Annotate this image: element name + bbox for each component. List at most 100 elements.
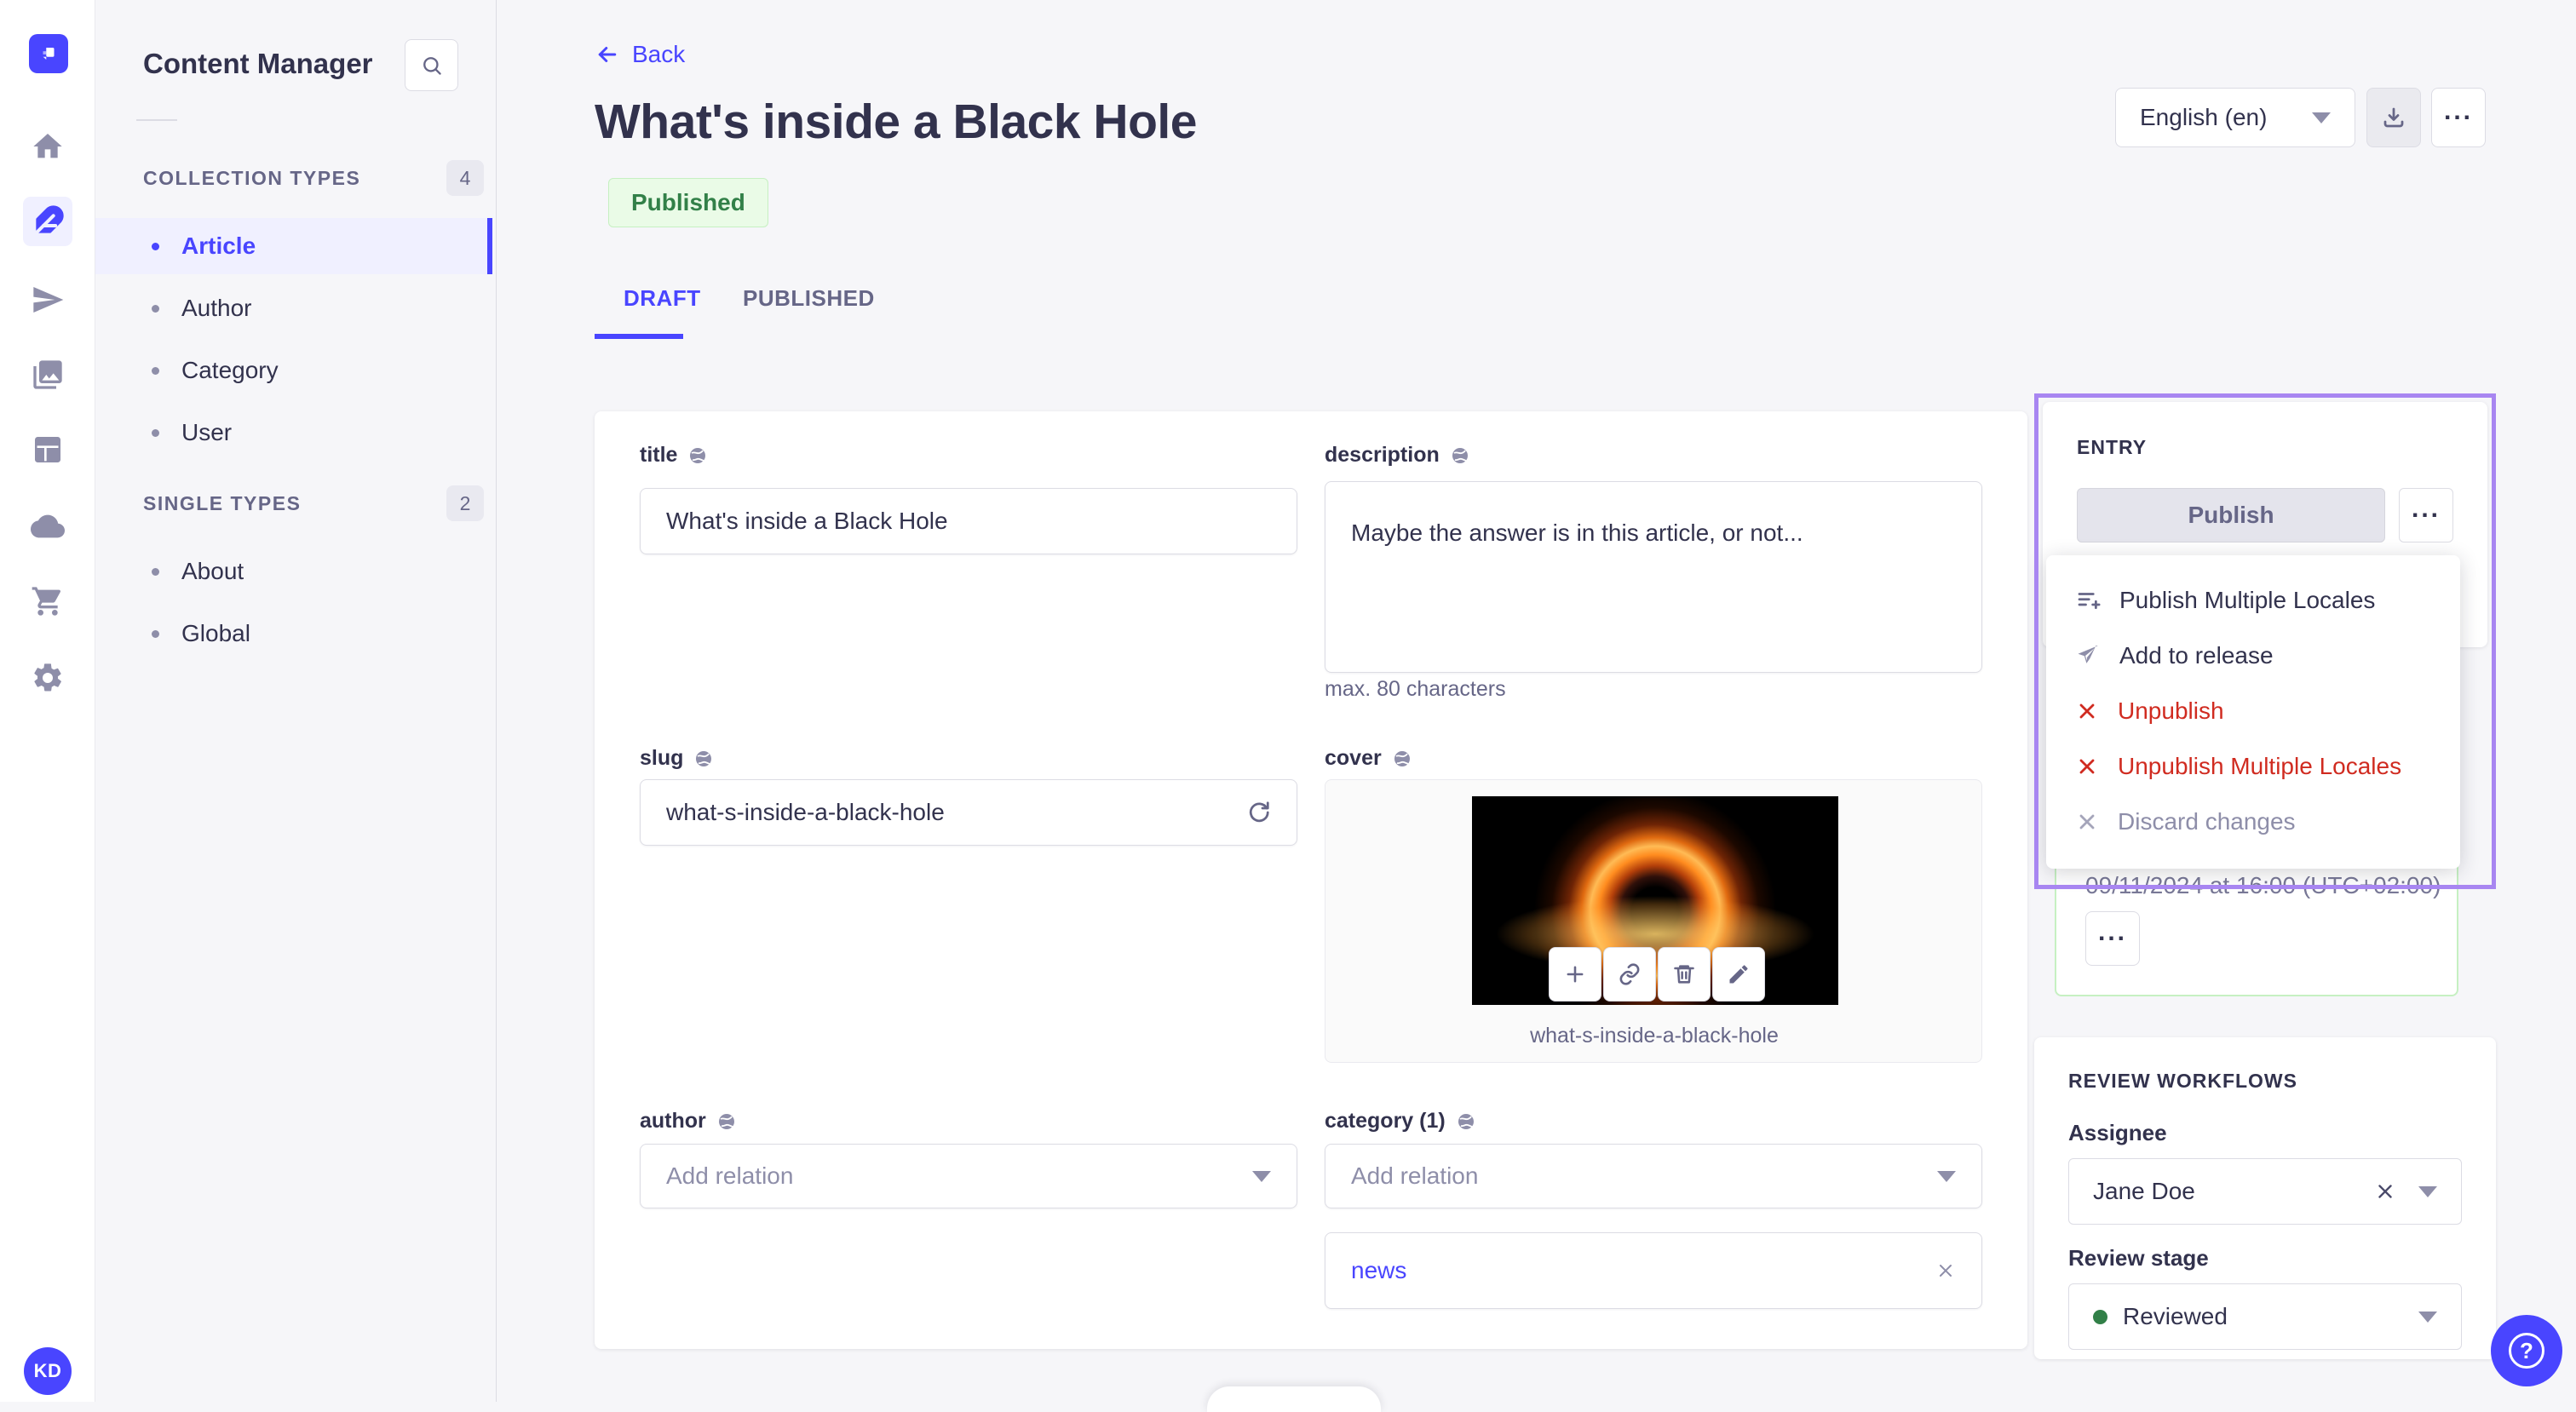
slug-input-value: what-s-inside-a-black-hole bbox=[666, 799, 945, 825]
tab-published[interactable]: PUBLISHED bbox=[743, 285, 875, 312]
section-count-badge: 2 bbox=[446, 485, 484, 521]
assignee-value: Jane Doe bbox=[2093, 1178, 2195, 1204]
menu-item-label: Unpublish bbox=[2118, 697, 2224, 724]
category-relation-select[interactable]: Add relation bbox=[1325, 1144, 1982, 1208]
title-input[interactable]: What's inside a Black Hole bbox=[640, 488, 1297, 554]
assignee-select[interactable]: Jane Doe bbox=[2068, 1158, 2462, 1225]
pencil-icon bbox=[1729, 965, 1748, 984]
trash-icon bbox=[1674, 965, 1694, 984]
review-stage-value: Reviewed bbox=[2123, 1303, 2228, 1329]
back-link[interactable]: Back bbox=[595, 41, 685, 68]
app-sidebar: KD bbox=[0, 0, 95, 1402]
cart-icon bbox=[32, 587, 61, 616]
refresh-icon[interactable] bbox=[1245, 800, 1271, 825]
menu-item-label: Publish Multiple Locales bbox=[2119, 586, 2376, 613]
locale-value: English (en) bbox=[2140, 104, 2268, 130]
edit-form-card: title What's inside a Black Hole descrip… bbox=[595, 411, 2027, 1349]
slug-input[interactable]: what-s-inside-a-black-hole bbox=[640, 779, 1297, 846]
sidebar-item-label: Author bbox=[181, 295, 252, 321]
bullet-icon bbox=[152, 567, 159, 576]
content-manager-subnav: Content Manager COLLECTION TYPES 4 Artic… bbox=[95, 0, 497, 1402]
sidebar-item-global[interactable]: Global bbox=[95, 606, 492, 662]
section-label: COLLECTION TYPES bbox=[143, 166, 361, 189]
category-field-label: category (1) bbox=[1325, 1109, 1476, 1134]
nav-content-type-builder[interactable] bbox=[23, 425, 72, 474]
sidebar-item-author[interactable]: Author bbox=[95, 280, 492, 336]
more-icon: ... bbox=[2097, 918, 2127, 946]
title-field-label: title bbox=[640, 443, 708, 468]
gear-icon bbox=[34, 663, 61, 692]
export-button[interactable] bbox=[2366, 88, 2421, 147]
nav-media-library[interactable] bbox=[23, 350, 72, 399]
globe-icon bbox=[718, 1113, 734, 1129]
author-field-label: author bbox=[640, 1109, 737, 1134]
author-relation-select[interactable]: Add relation bbox=[640, 1144, 1297, 1208]
sidebar-item-article[interactable]: Article bbox=[95, 218, 492, 274]
publish-button[interactable]: Publish bbox=[2077, 488, 2385, 542]
globe-icon bbox=[696, 750, 712, 766]
bullet-icon bbox=[152, 629, 159, 638]
nav-settings[interactable] bbox=[23, 653, 72, 703]
menu-item-unpublish[interactable]: Unpublish bbox=[2046, 683, 2460, 738]
user-avatar[interactable]: KD bbox=[24, 1347, 72, 1395]
nav-home[interactable] bbox=[23, 122, 72, 171]
nav-deploy[interactable] bbox=[23, 502, 72, 551]
nav-marketplace[interactable] bbox=[23, 577, 72, 626]
globe-icon bbox=[1452, 447, 1468, 463]
cover-caption: what-s-inside-a-black-hole bbox=[1530, 1024, 1779, 1048]
category-relation-item: news bbox=[1325, 1232, 1982, 1309]
relation-link[interactable]: news bbox=[1351, 1257, 1406, 1284]
sidebar-item-label: About bbox=[181, 558, 244, 584]
sidebar-item-category[interactable]: Category bbox=[95, 342, 492, 399]
header-more-button[interactable]: ... bbox=[2431, 88, 2486, 147]
section-single-types: SINGLE TYPES 2 bbox=[143, 485, 484, 521]
field-label-text: slug bbox=[640, 746, 684, 770]
nav-releases[interactable] bbox=[23, 275, 72, 324]
description-textarea[interactable]: Maybe the answer is in this article, or … bbox=[1325, 481, 1982, 673]
search-icon bbox=[423, 56, 441, 75]
entry-options-menu: Publish Multiple Locales Add to release … bbox=[2046, 555, 2460, 869]
help-button[interactable]: ? bbox=[2491, 1315, 2562, 1386]
bullet-icon bbox=[152, 428, 159, 437]
field-label-text: cover bbox=[1325, 746, 1382, 770]
section-label: SINGLE TYPES bbox=[143, 491, 302, 514]
strapi-logo[interactable] bbox=[29, 34, 68, 73]
entry-more-button[interactable]: ... bbox=[2399, 488, 2453, 542]
menu-item-discard-changes[interactable]: Discard changes bbox=[2046, 794, 2460, 849]
page-title: What's inside a Black Hole bbox=[595, 95, 1197, 149]
collapsed-bottom-bar[interactable] bbox=[1207, 1386, 1381, 1412]
nav-content-manager[interactable] bbox=[23, 197, 72, 246]
media-icon bbox=[33, 360, 62, 389]
sidebar-item-user[interactable]: User bbox=[95, 405, 492, 461]
scheduled-more-button[interactable]: ... bbox=[2085, 911, 2140, 966]
menu-item-add-to-release[interactable]: Add to release bbox=[2046, 628, 2460, 683]
plus-icon bbox=[1567, 966, 1584, 983]
menu-item-publish-multiple-locales[interactable]: Publish Multiple Locales bbox=[2046, 572, 2460, 628]
bullet-icon bbox=[152, 242, 159, 250]
cover-toolbar bbox=[1549, 947, 1765, 1002]
author-placeholder: Add relation bbox=[666, 1162, 794, 1189]
review-workflows-heading: REVIEW WORKFLOWS bbox=[2068, 1070, 2297, 1092]
field-label-text: author bbox=[640, 1109, 706, 1133]
chevron-down-icon bbox=[2418, 1185, 2437, 1197]
entry-heading: ENTRY bbox=[2077, 436, 2148, 458]
locale-selector[interactable]: English (en) bbox=[2115, 88, 2355, 147]
search-button[interactable] bbox=[405, 39, 458, 91]
paper-plane-icon bbox=[2078, 645, 2098, 663]
cover-add-button[interactable] bbox=[1549, 947, 1601, 1002]
menu-item-unpublish-multiple-locales[interactable]: Unpublish Multiple Locales bbox=[2046, 738, 2460, 794]
cover-edit-button[interactable] bbox=[1712, 947, 1765, 1002]
field-label-text: description bbox=[1325, 443, 1440, 467]
close-icon[interactable] bbox=[1935, 1260, 1956, 1281]
tab-draft[interactable]: DRAFT bbox=[624, 285, 701, 312]
scheduled-date: 09/11/2024 at 16:00 (UTC+02:00) bbox=[2085, 872, 2441, 898]
cover-field-label: cover bbox=[1325, 746, 1412, 771]
cover-copy-link-button[interactable] bbox=[1603, 947, 1656, 1002]
clear-icon[interactable] bbox=[2374, 1180, 2396, 1202]
cloud-icon bbox=[31, 514, 65, 538]
sidebar-item-about[interactable]: About bbox=[95, 543, 492, 600]
cover-delete-button[interactable] bbox=[1658, 947, 1711, 1002]
subnav-divider bbox=[136, 119, 177, 121]
review-stage-select[interactable]: Reviewed bbox=[2068, 1283, 2462, 1350]
paper-plane-icon bbox=[33, 287, 64, 313]
